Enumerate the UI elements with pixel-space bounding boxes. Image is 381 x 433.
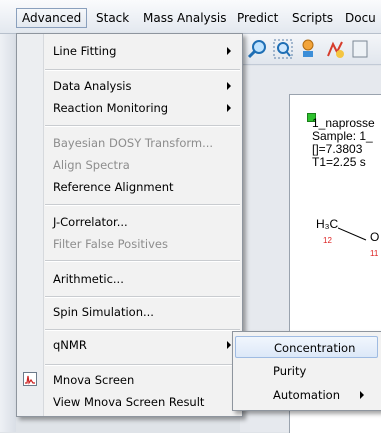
menu-separator: [45, 69, 240, 71]
submenu-item-label: Concentration: [274, 341, 356, 355]
menu-item-label: Reaction Monitoring: [53, 101, 169, 115]
methyl-atom-number: 12: [323, 236, 332, 245]
menu-item-j-correlator[interactable]: J-Correlator...: [17, 211, 242, 233]
bond-line: [338, 227, 367, 241]
oxygen-label: O: [370, 230, 380, 244]
submenu-arrow-icon: [227, 82, 231, 90]
submenu-item-label: Automation: [273, 388, 340, 402]
zoom-icon[interactable]: [246, 38, 268, 60]
menu-document[interactable]: Docu: [340, 8, 381, 28]
menu-item-label: Bayesian DOSY Transform...: [53, 136, 214, 150]
menu-item-data-analysis[interactable]: Data Analysis: [17, 75, 242, 97]
menu-item-label: View Mnova Screen Result: [53, 395, 205, 409]
menu-item-arithmetic[interactable]: Arithmetic...: [17, 268, 242, 290]
toolbar: [240, 34, 381, 65]
submenu-arrow-icon: [227, 104, 231, 112]
oxygen-atom-number: 11: [370, 249, 379, 258]
menu-item-reference-alignment[interactable]: Reference Alignment: [17, 176, 242, 198]
mnova-screen-icon: [23, 372, 37, 386]
menu-item-label: Reference Alignment: [53, 180, 174, 194]
toolbar-more-icon[interactable]: [350, 38, 372, 60]
zoom-fit-icon[interactable]: [272, 38, 294, 60]
menu-stack[interactable]: Stack: [91, 8, 134, 28]
integration-icon[interactable]: [324, 38, 346, 60]
doc-t1-line: T1=2.25 s: [312, 155, 366, 169]
menu-separator: [45, 125, 240, 127]
advanced-menu: Line Fitting Data Analysis Reaction Moni…: [16, 33, 243, 417]
submenu-item-purity[interactable]: Purity: [235, 360, 378, 382]
menu-bar: Advanced Stack Mass Analysis Predict Scr…: [0, 0, 381, 34]
menu-mass-analysis[interactable]: Mass Analysis: [138, 8, 231, 28]
menu-item-label: Spin Simulation...: [53, 305, 154, 319]
menu-item-label: Mnova Screen: [53, 373, 135, 387]
menu-separator: [45, 296, 240, 298]
menu-item-label: Arithmetic...: [53, 272, 124, 286]
submenu-item-label: Purity: [273, 364, 307, 378]
menu-separator: [45, 329, 240, 331]
menu-item-qnmr[interactable]: qNMR: [17, 334, 242, 356]
menu-item-view-mnova-screen-result[interactable]: View Mnova Screen Result: [17, 391, 242, 413]
menu-predict[interactable]: Predict: [232, 8, 283, 28]
menu-item-reaction-monitoring[interactable]: Reaction Monitoring: [17, 97, 242, 119]
menu-item-label: Data Analysis: [53, 79, 132, 93]
menu-separator: [45, 364, 240, 366]
menu-item-mnova-screen[interactable]: Mnova Screen: [17, 369, 242, 391]
left-panel-edge: [0, 34, 16, 432]
submenu-arrow-icon: [227, 341, 231, 349]
submenu-arrow-icon: [360, 391, 364, 399]
methyl-label: H₃C: [316, 217, 339, 231]
qnmr-submenu: Concentration Purity Automation: [232, 331, 381, 411]
molecule-structure: H₃C 12 O 11: [290, 210, 381, 270]
menu-advanced[interactable]: Advanced: [16, 8, 88, 28]
menu-item-label: Align Spectra: [53, 158, 130, 172]
menu-item-label: qNMR: [53, 338, 87, 352]
menu-item-filter-false-positives: Filter False Positives: [17, 233, 242, 255]
menu-item-line-fitting[interactable]: Line Fitting: [17, 40, 242, 62]
submenu-arrow-icon: [227, 47, 231, 55]
submenu-item-concentration[interactable]: Concentration: [235, 336, 378, 358]
peak-pick-icon[interactable]: [298, 38, 320, 60]
menu-item-spin-simulation[interactable]: Spin Simulation...: [17, 301, 242, 323]
menu-item-label: Line Fitting: [53, 44, 117, 58]
menu-separator: [45, 260, 240, 262]
menu-item-align-spectra: Align Spectra: [17, 154, 242, 176]
menu-item-label: J-Correlator...: [53, 215, 128, 229]
submenu-item-automation[interactable]: Automation: [235, 384, 378, 406]
menu-item-label: Filter False Positives: [53, 237, 168, 251]
menu-item-bayesian-dosy: Bayesian DOSY Transform...: [17, 132, 242, 154]
menu-scripts[interactable]: Scripts: [287, 8, 338, 28]
menu-separator: [45, 204, 240, 206]
